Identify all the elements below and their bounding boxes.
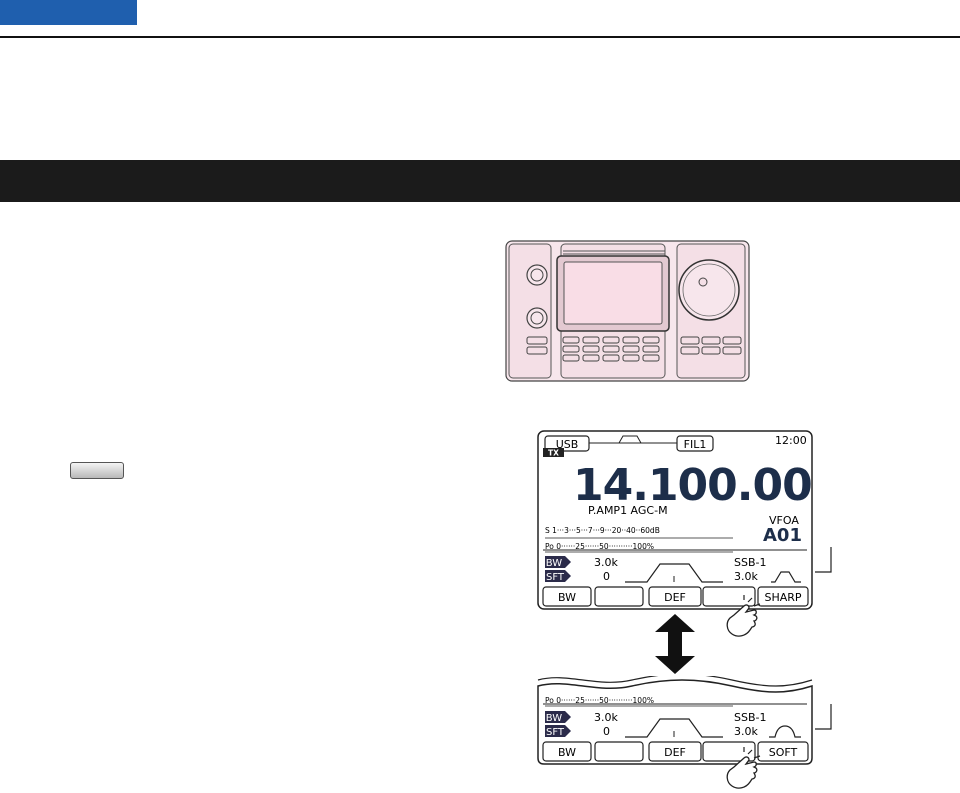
softkey-soft: SOFT	[769, 746, 798, 759]
filter-type: SSB-1	[734, 556, 766, 569]
key-button-icon	[70, 462, 124, 479]
callout-line-sharp	[815, 547, 832, 573]
section-bar	[0, 160, 960, 202]
sft-value: 0	[603, 570, 610, 583]
sft-tag-label-2: SFT	[546, 727, 565, 738]
softkey-bw-2: BW	[558, 746, 576, 759]
preamp-agc-label: P.AMP1 AGC-M	[588, 504, 668, 517]
softkey-bw: BW	[558, 591, 576, 604]
radio-front-panel-illustration	[505, 240, 750, 382]
po-meter-scale: Po 0······25······50··········100%	[545, 542, 654, 551]
memory-channel: A01	[763, 525, 802, 546]
hand-pointer-icon	[726, 747, 761, 789]
lcd-screen-soft: Po 0······25······50··········100% BW 3.…	[537, 676, 813, 765]
filter-width-2: 3.0k	[734, 725, 758, 738]
softkey-sharp: SHARP	[764, 591, 801, 604]
double-arrow-icon	[655, 614, 695, 674]
bw-value-2: 3.0k	[594, 711, 618, 724]
filter-label: FIL1	[684, 438, 707, 451]
hand-pointer-icon	[726, 595, 761, 637]
header-tab	[0, 0, 137, 25]
bw-tag-label: BW	[546, 558, 563, 569]
header-rule	[0, 36, 960, 38]
tx-label: TX	[548, 449, 559, 458]
sft-value-2: 0	[603, 725, 610, 738]
filter-type-2: SSB-1	[734, 711, 766, 724]
lcd-screen-sharp: USB FIL1 12:00 TX 14.100.00 P.AMP1 AGC-M…	[537, 430, 813, 610]
softkey-def: DEF	[664, 591, 686, 604]
clock: 12:00	[775, 434, 807, 447]
bw-tag-label-2: BW	[546, 713, 563, 724]
po-meter-scale-2: Po 0······25······50··········100%	[545, 696, 654, 705]
s-meter-scale: S 1···3···5···7···9···20··40··60dB	[545, 526, 660, 535]
filter-width: 3.0k	[734, 570, 758, 583]
bw-value: 3.0k	[594, 556, 618, 569]
sft-tag-label: SFT	[546, 572, 565, 583]
softkey-def-2: DEF	[664, 746, 686, 759]
callout-line-soft	[815, 704, 832, 730]
